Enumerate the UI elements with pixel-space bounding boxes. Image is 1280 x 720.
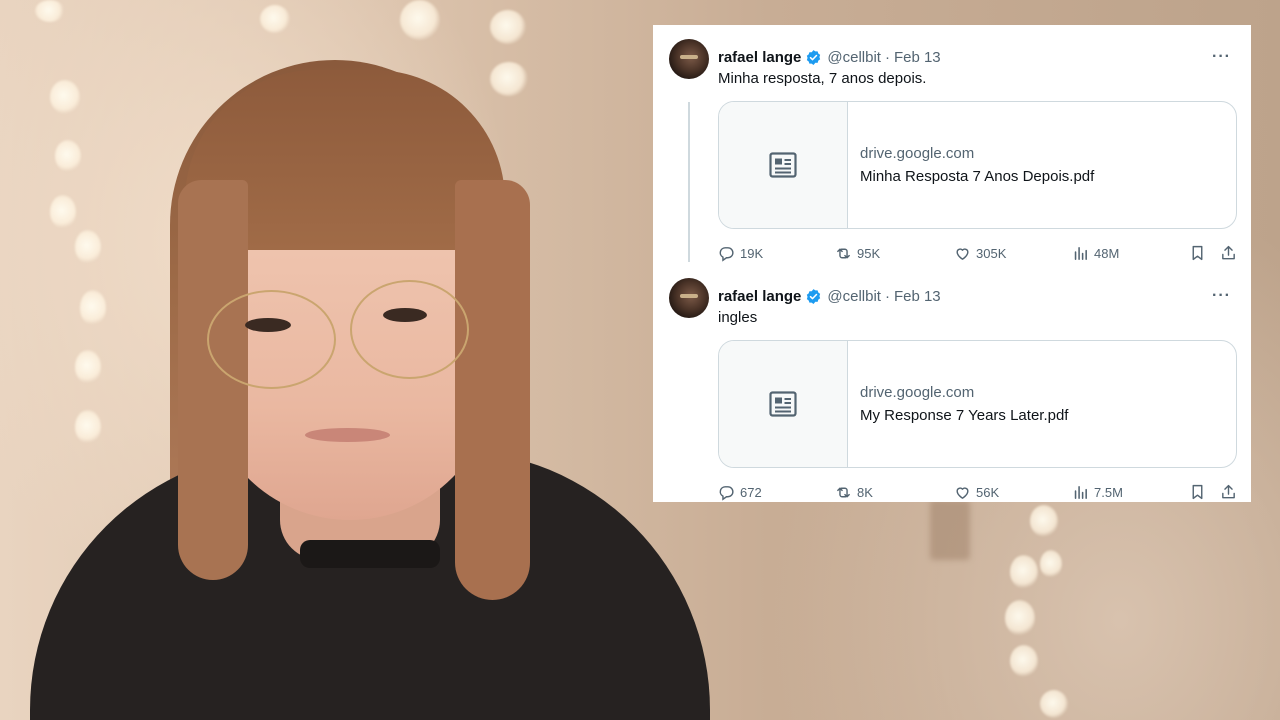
heart-icon xyxy=(956,247,969,260)
wall-frame xyxy=(930,500,970,560)
hair-right xyxy=(455,180,530,600)
view-count: 48M xyxy=(1094,245,1120,261)
link-thumbnail xyxy=(719,341,848,467)
verified-badge-icon xyxy=(807,49,821,65)
repost-count: 8K xyxy=(857,484,873,500)
bokeh-light xyxy=(1005,600,1035,636)
handle[interactable]: @cellbit xyxy=(827,49,881,66)
person xyxy=(0,0,710,720)
bokeh-light xyxy=(1030,505,1058,537)
views-button[interactable]: 7.5M xyxy=(1072,482,1123,502)
tweet[interactable]: rafael lange @cellbit · Feb 13 ··· Minha… xyxy=(653,34,1251,264)
article-icon xyxy=(769,391,797,417)
handle[interactable]: @cellbit xyxy=(827,288,881,305)
like-button[interactable]: 56K xyxy=(954,482,999,502)
like-button[interactable]: 305K xyxy=(954,243,1006,263)
choker xyxy=(300,540,440,568)
link-preview-card[interactable]: drive.google.com My Response 7 Years Lat… xyxy=(718,340,1237,468)
display-name[interactable]: rafael lange xyxy=(718,288,801,305)
like-count: 56K xyxy=(976,484,1000,500)
bookmark-icon[interactable] xyxy=(1189,244,1206,262)
reply-count: 672 xyxy=(740,484,762,500)
link-thumbnail xyxy=(719,102,848,228)
bokeh-light xyxy=(1040,550,1062,578)
views-chart-icon xyxy=(1074,246,1087,260)
verified-badge-icon xyxy=(807,288,821,304)
tweet-header: rafael lange @cellbit · Feb 13 xyxy=(718,47,941,67)
more-options-icon[interactable]: ··· xyxy=(1212,287,1231,305)
tweet-actions: 672 8K 56K 7.5M xyxy=(718,482,1237,502)
more-options-icon[interactable]: ··· xyxy=(1212,48,1231,66)
view-count: 7.5M xyxy=(1094,484,1123,500)
share-icon[interactable] xyxy=(1220,244,1237,262)
avatar[interactable] xyxy=(669,278,709,318)
views-button[interactable]: 48M xyxy=(1072,243,1119,263)
reply-button[interactable]: 672 xyxy=(718,482,762,502)
bookmark-icon[interactable] xyxy=(1189,483,1206,501)
reply-icon xyxy=(719,485,734,501)
tweet-actions: 19K 95K 305K 48M xyxy=(718,243,1237,263)
tweet-header: rafael lange @cellbit · Feb 13 xyxy=(718,286,941,306)
reply-icon xyxy=(719,246,734,262)
lips xyxy=(305,428,390,442)
views-chart-icon xyxy=(1074,485,1087,499)
thread-line xyxy=(688,102,690,262)
article-icon xyxy=(769,152,797,178)
reply-count: 19K xyxy=(740,245,764,261)
bokeh-light xyxy=(1040,690,1068,718)
tweet-text: ingles xyxy=(718,309,758,326)
display-name[interactable]: rafael lange xyxy=(718,49,801,66)
link-domain: drive.google.com xyxy=(860,384,975,401)
tweet-thread-card: rafael lange @cellbit · Feb 13 ··· Minha… xyxy=(653,25,1251,502)
timestamp[interactable]: Feb 13 xyxy=(894,49,941,66)
tweet-text: Minha resposta, 7 anos depois. xyxy=(718,70,927,87)
link-title: My Response 7 Years Later.pdf xyxy=(860,407,1069,424)
link-title: Minha Resposta 7 Anos Depois.pdf xyxy=(860,168,1095,185)
like-count: 305K xyxy=(976,245,1007,261)
glasses-lens-right xyxy=(350,280,469,379)
repost-button[interactable]: 95K xyxy=(835,243,880,263)
reply-button[interactable]: 19K xyxy=(718,243,763,263)
link-preview-card[interactable]: drive.google.com Minha Resposta 7 Anos D… xyxy=(718,101,1237,229)
avatar[interactable] xyxy=(669,39,709,79)
heart-icon xyxy=(956,486,969,499)
share-icon[interactable] xyxy=(1220,483,1237,501)
timestamp[interactable]: Feb 13 xyxy=(894,288,941,305)
separator: · xyxy=(884,287,890,305)
link-domain: drive.google.com xyxy=(860,145,975,162)
tweet[interactable]: rafael lange @cellbit · Feb 13 ··· ingle… xyxy=(653,273,1251,503)
repost-icon xyxy=(837,248,850,258)
glasses-lens-left xyxy=(207,290,336,389)
repost-icon xyxy=(837,487,850,497)
repost-count: 95K xyxy=(857,245,881,261)
separator: · xyxy=(884,48,890,66)
bokeh-light xyxy=(1010,645,1038,677)
bokeh-light xyxy=(1010,555,1038,589)
repost-button[interactable]: 8K xyxy=(835,482,873,502)
